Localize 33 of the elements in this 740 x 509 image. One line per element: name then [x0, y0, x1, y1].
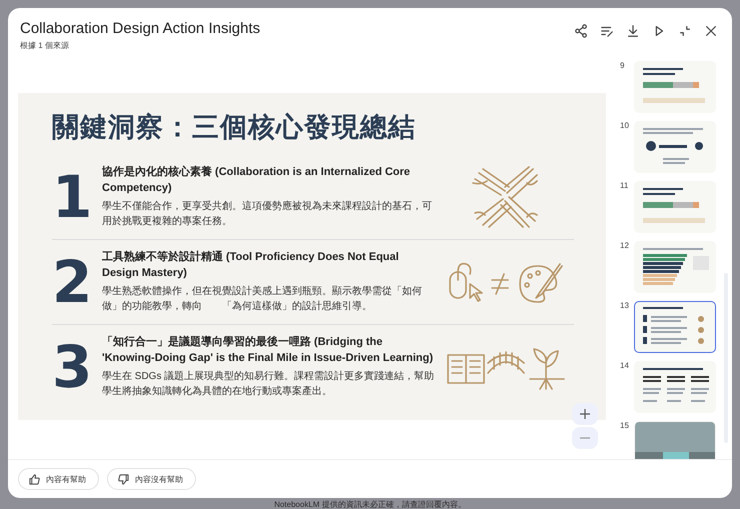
slide-thumbnail[interactable]	[634, 361, 716, 413]
source-count: 根據 1 個來源	[20, 40, 70, 51]
point-heading: 「知行合一」是議題導向學習的最後一哩路 (Bridging the 'Knowing-Doing Gap' is the Final Mile in Issue-Driven Learning)	[102, 334, 434, 366]
thumbs-up-icon	[29, 474, 40, 484]
slide-number: 12	[620, 241, 630, 250]
slide-number: 10	[620, 121, 630, 130]
slide-number: 11	[620, 181, 630, 190]
point-number: 3	[52, 332, 94, 400]
point-body: 學生不僅能合作，更享受共創。這項優勢應被視為未來課程設計的基石，可用於挑戰更複雜的專案任務。	[102, 200, 433, 229]
window-title: Collaboration Design Action Insights	[20, 20, 260, 37]
zoom-in-button[interactable]	[572, 403, 598, 425]
slide-number: 15	[620, 421, 630, 430]
helpful-button[interactable]: 內容有幫助	[18, 468, 99, 490]
slide-thumbnail-photo-placeholder[interactable]	[634, 421, 716, 459]
slide-number: 13	[620, 301, 630, 310]
point-number: 1	[52, 162, 94, 230]
slide-number: 9	[620, 61, 626, 70]
point-number: 2	[52, 248, 94, 316]
point-body: 學生熟悉軟體操作，但在視覺設計美感上遇到瓶頸。顯示教學需從「如何做」的功能教學，轉向 「為何這樣做」的設計思維引導。	[102, 284, 423, 314]
slide-number: 14	[620, 361, 630, 370]
thumbs-down-icon	[118, 474, 129, 484]
slide-thumbnail[interactable]	[634, 301, 716, 353]
not-helpful-button[interactable]: 內容沒有幫助	[107, 468, 196, 490]
slide-thumbnail[interactable]	[634, 241, 716, 293]
point-body: 學生在 SDGs 議題上展現典型的知易行難。課程需設計更多實踐連結，幫助學生將抽象知識轉化為具體的在地行動或專案產出。	[102, 370, 436, 399]
slide-title: 關鍵洞察：三個核心發現總結	[52, 110, 417, 144]
slide-thumbnail[interactable]	[634, 121, 716, 173]
disclaimer-text: NotebookLM 提供的資訊未必正確，請查證回覆內容。	[273, 499, 467, 509]
slide-thumbnail[interactable]	[634, 181, 716, 233]
slide-thumbnail[interactable]	[634, 61, 716, 113]
point-heading: 工具熟練不等於設計精通 (Tool Proficiency Does Not Equal Design Mastery)	[102, 250, 400, 281]
point-heading: 協作是內化的核心素養 (Collaboration is an Internalized Core Competency)	[102, 164, 412, 196]
plus-icon	[580, 409, 590, 419]
